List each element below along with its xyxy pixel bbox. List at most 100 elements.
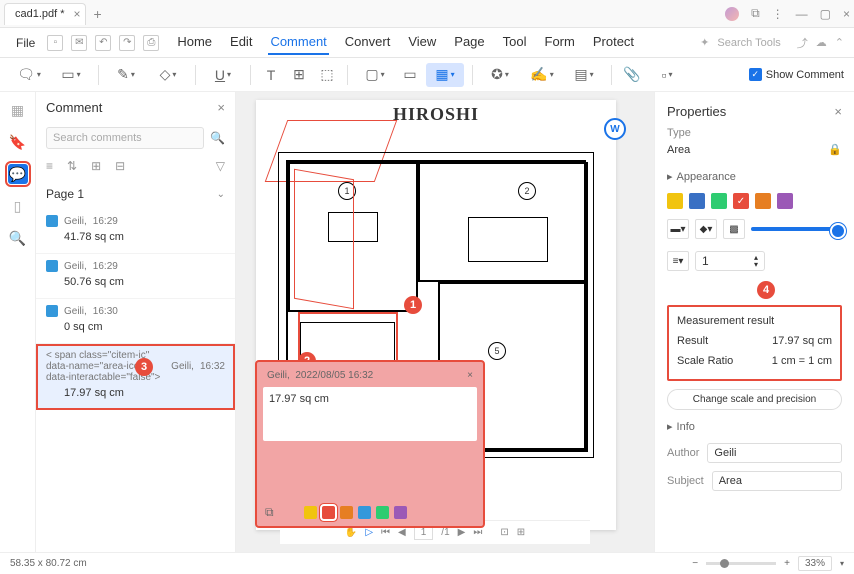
search-icon[interactable]: 🔍	[8, 228, 28, 248]
filter-icon[interactable]: ▽	[216, 159, 225, 173]
annotation-shape[interactable]	[294, 169, 354, 310]
zoom-dropdown-icon[interactable]: ▾	[840, 559, 844, 568]
tab-form[interactable]: Form	[543, 30, 577, 55]
comment-item[interactable]: Geili, 16:29 41.78 sq cm	[36, 209, 235, 254]
tab-view[interactable]: View	[406, 30, 438, 55]
word-export-icon[interactable]: W	[604, 118, 626, 140]
info-section[interactable]: ▸ Info	[667, 410, 842, 439]
sort-alpha-icon[interactable]: ⇅	[67, 159, 77, 173]
open-icon[interactable]: ⤴	[797, 35, 808, 51]
zoom-value[interactable]: 33%	[798, 556, 832, 571]
opacity-tool[interactable]: ▩	[723, 219, 745, 239]
fill-color-tool[interactable]: ◆▾	[695, 219, 717, 239]
tab-edit[interactable]: Edit	[228, 30, 254, 55]
popup-swatch[interactable]	[394, 506, 407, 519]
maximize-icon[interactable]: ▢	[820, 7, 831, 21]
popup-swatch[interactable]	[304, 506, 317, 519]
prev-page-icon[interactable]: ◀	[398, 527, 406, 538]
appearance-section[interactable]: ▸ Appearance	[667, 160, 842, 189]
swatch-orange[interactable]	[755, 193, 771, 209]
measure-tool[interactable]: ▦▾	[426, 63, 464, 87]
comment-rail-icon[interactable]: 💬	[8, 164, 28, 184]
redo-icon[interactable]: ↷	[119, 35, 135, 51]
textbox-tool[interactable]: ⊞	[287, 63, 311, 87]
shape-tool[interactable]: ▢▾	[356, 63, 394, 87]
select-tool-icon[interactable]: ▷	[365, 527, 373, 538]
pencil-tool[interactable]: ✎▾	[107, 63, 145, 87]
popup-swatch-selected[interactable]	[322, 506, 335, 519]
fit-page-icon[interactable]: ⊞	[517, 527, 525, 538]
swatch-red[interactable]	[733, 193, 749, 209]
tab-convert[interactable]: Convert	[343, 30, 393, 55]
file-menu[interactable]: File	[10, 32, 41, 54]
popup-close-icon[interactable]: ×	[467, 370, 473, 381]
last-page-icon[interactable]: ⏭	[473, 527, 482, 538]
comment-item[interactable]: Geili, 16:30 0 sq cm	[36, 299, 235, 344]
next-page-icon[interactable]: ▶	[458, 527, 466, 538]
sort-icon[interactable]: ≡	[46, 159, 53, 173]
search-tools[interactable]: ✦ Search Tools ⤴ ☁ ⌃	[700, 35, 844, 51]
tab-home[interactable]: Home	[175, 30, 214, 55]
sign-tool[interactable]: ✍▾	[523, 63, 561, 87]
minimize-icon[interactable]: —	[796, 7, 808, 21]
mail-icon[interactable]: ✉	[71, 35, 87, 51]
show-comment-toggle[interactable]: ✓ Show Comment	[749, 68, 844, 81]
popup-swatch[interactable]	[340, 506, 353, 519]
clip-tool[interactable]: 📎	[620, 63, 644, 87]
note-tool[interactable]: 🗨▾	[10, 63, 48, 87]
stroke-color-tool[interactable]: ▬▾	[667, 219, 689, 239]
zoom-in-icon[interactable]: +	[784, 558, 790, 569]
tab-comment[interactable]: Comment	[268, 30, 328, 55]
add-tab-icon[interactable]: +	[94, 6, 102, 22]
undo-icon[interactable]: ↶	[95, 35, 111, 51]
lock-icon[interactable]: 🔒	[828, 143, 842, 156]
thumbnails-icon[interactable]: ▦	[8, 100, 28, 120]
fit-width-icon[interactable]: ⊡	[500, 527, 508, 538]
more-icon[interactable]: ⋮	[772, 7, 784, 21]
close-properties-icon[interactable]: ×	[834, 104, 842, 119]
close-window-icon[interactable]: ×	[843, 7, 850, 21]
author-input[interactable]: Geili	[707, 443, 842, 463]
attach-tool[interactable]: ▤▾	[565, 63, 603, 87]
text-tool[interactable]: T	[259, 63, 283, 87]
line-style-tool[interactable]: ≡▾	[667, 251, 689, 271]
save-icon[interactable]: ▫	[47, 35, 63, 51]
opacity-slider[interactable]	[751, 227, 842, 231]
print-icon[interactable]: ⎙	[143, 35, 159, 51]
bookmark-icon[interactable]: 🔖	[8, 132, 28, 152]
swatch-blue[interactable]	[689, 193, 705, 209]
collapse-icon[interactable]: ⊟	[115, 159, 125, 173]
popup-swatch[interactable]	[358, 506, 371, 519]
share-icon[interactable]: ⧉	[751, 6, 760, 21]
swatch-yellow[interactable]	[667, 193, 683, 209]
file-tab[interactable]: cad1.pdf * ×	[4, 3, 86, 25]
comment-item[interactable]: Geili, 16:29 50.76 sq cm	[36, 254, 235, 299]
tab-page[interactable]: Page	[452, 30, 486, 55]
profile-icon[interactable]	[725, 7, 739, 21]
page-group-header[interactable]: Page 1 ⌄	[36, 179, 235, 209]
highlight-tool[interactable]: ▭▾	[52, 63, 90, 87]
comment-item-selected[interactable]: < span class="citem-ic" data-name="area-…	[36, 344, 235, 410]
zoom-out-icon[interactable]: −	[692, 558, 698, 569]
callout-tool[interactable]: ⬚	[315, 63, 339, 87]
eraser-tool[interactable]: ◇▾	[149, 63, 187, 87]
attachments-icon[interactable]: ▯	[8, 196, 28, 216]
annotation-popup[interactable]: Geili, 2022/08/05 16:32 × 17.97 sq cm ⧉	[255, 360, 485, 528]
swatch-green[interactable]	[711, 193, 727, 209]
stamp2-tool[interactable]: ✪▾	[481, 63, 519, 87]
more-tool[interactable]: ▫▾	[648, 63, 686, 87]
underline-tool[interactable]: U▾	[204, 63, 242, 87]
change-scale-button[interactable]: Change scale and precision	[667, 389, 842, 410]
close-tab-icon[interactable]: ×	[74, 7, 81, 21]
first-page-icon[interactable]: ⏮	[381, 527, 390, 538]
subject-input[interactable]: Area	[712, 471, 842, 491]
popup-text[interactable]: 17.97 sq cm	[263, 387, 477, 441]
close-panel-icon[interactable]: ×	[217, 100, 225, 115]
search-comments-input[interactable]: Search comments	[46, 127, 204, 149]
swatch-purple[interactable]	[777, 193, 793, 209]
expand-icon[interactable]: ⊞	[91, 159, 101, 173]
thickness-stepper[interactable]: 1▴▾	[695, 251, 765, 271]
cloud-icon[interactable]: ☁	[816, 36, 827, 49]
zoom-slider[interactable]	[706, 562, 776, 565]
expand-icon[interactable]: ⌃	[835, 36, 844, 49]
